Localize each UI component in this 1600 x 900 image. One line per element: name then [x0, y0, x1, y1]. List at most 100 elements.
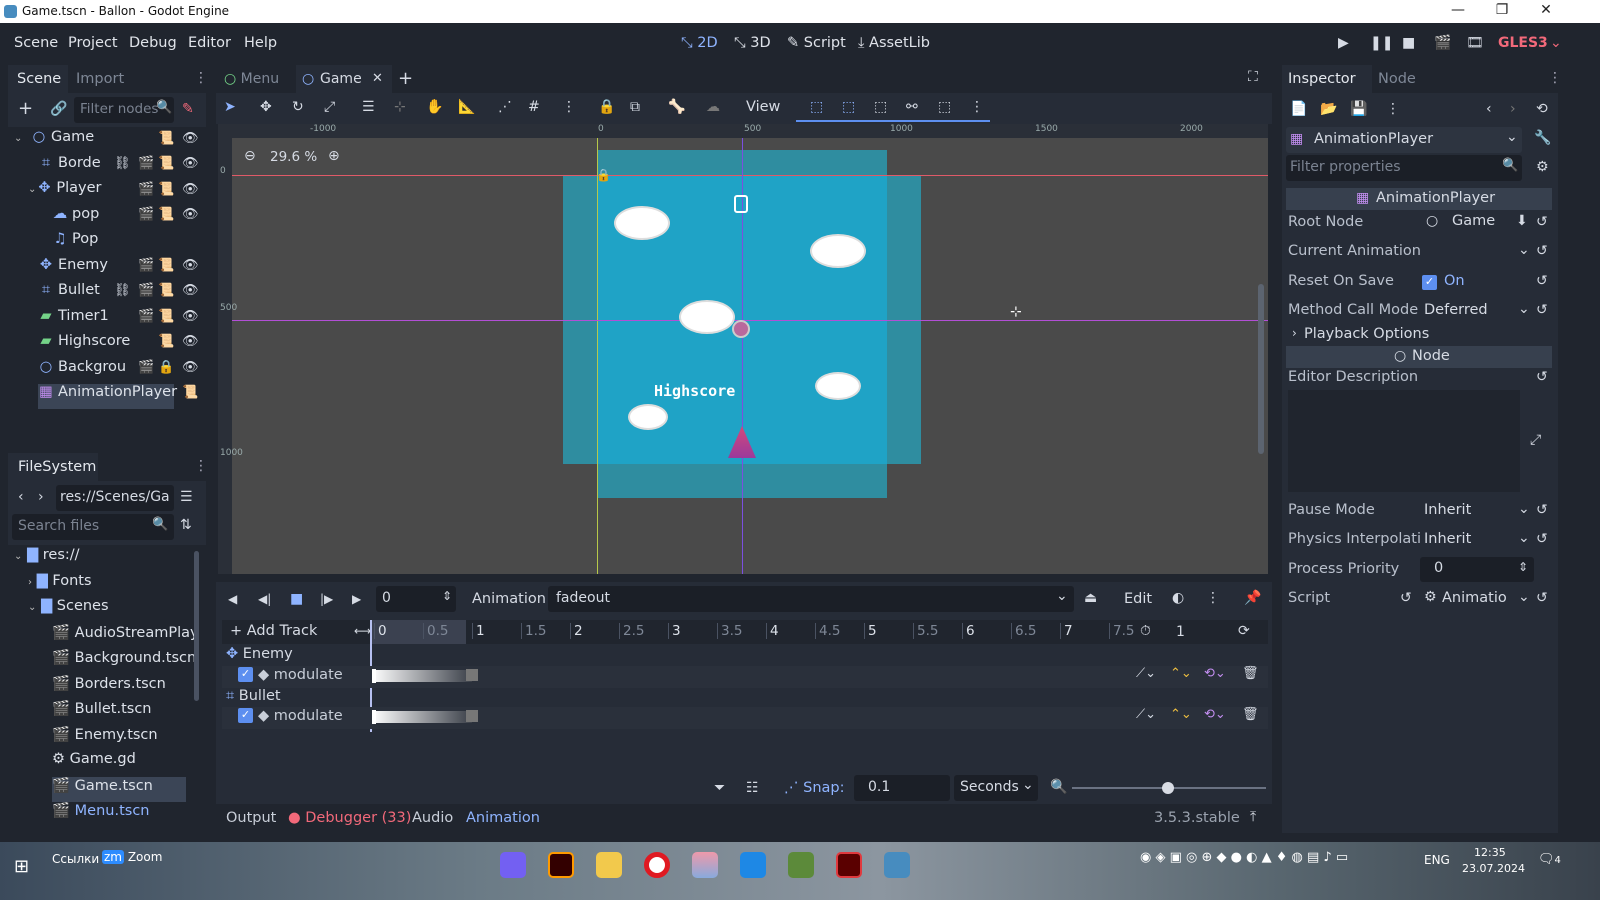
filesystem-scrollbar[interactable] — [194, 551, 199, 701]
file-item-background[interactable]: 🎬 Background.tscn — [52, 649, 196, 674]
script-icon[interactable]: 📜 — [158, 334, 174, 349]
revert-icon[interactable]: ↺ — [1536, 273, 1548, 289]
eye-icon[interactable]: 👁 — [182, 182, 199, 197]
balloon-player-sprite[interactable] — [732, 320, 750, 338]
play-backwards-icon[interactable]: ◀ — [228, 592, 237, 606]
illustrator-icon[interactable] — [548, 852, 574, 878]
renderer-chevron-icon[interactable]: ⌄ — [1550, 35, 1562, 51]
track-group-bullet[interactable]: ⌗ Bullet — [226, 688, 281, 704]
minecraft-icon[interactable] — [788, 852, 814, 878]
tab-game[interactable]: ○ Game ✕ — [296, 65, 392, 93]
group-tracks-icon[interactable]: ☷ — [746, 780, 759, 796]
play-icon[interactable]: ▶ — [352, 592, 361, 606]
revert-icon[interactable]: ↺ — [1536, 502, 1548, 518]
file-item-bullet[interactable]: 🎬 Bullet.tscn — [52, 700, 151, 725]
interpolation-icon[interactable]: ⟋⌄ — [1136, 707, 1156, 722]
track-row[interactable]: ✓ ◆ modulate ⟋⌄ ⌃⌄ ⟲⌄ 🗑 — [222, 707, 1268, 729]
grid-snap-icon[interactable]: # — [528, 99, 540, 115]
sort-icon[interactable]: ⇅ — [180, 517, 192, 533]
fullscreen-icon[interactable]: ⛶ — [1248, 69, 1258, 85]
script-icon[interactable]: 📜 — [158, 156, 174, 171]
file-explorer-icon[interactable] — [596, 852, 622, 878]
tab-inspector[interactable]: Inspector — [1288, 71, 1356, 87]
script-attach-icon[interactable]: ✎ — [182, 101, 194, 117]
menu-scene[interactable]: Scene — [14, 35, 58, 51]
history-icon[interactable]: ⟲ — [1536, 101, 1548, 117]
keyframe-start[interactable] — [372, 669, 376, 683]
scale-mode-icon[interactable]: ⤢ — [324, 99, 335, 115]
instance-icon[interactable]: 🎬 — [138, 258, 154, 273]
tab-node[interactable]: Node — [1378, 71, 1416, 87]
renderer-select[interactable]: GLES3 — [1498, 35, 1548, 51]
onion-skin-icon[interactable]: ◐ — [1172, 590, 1184, 606]
file-item-game-tscn[interactable]: 🎬 Game.tscn — [52, 777, 186, 802]
search-files-input[interactable]: Search files 🔍 — [12, 514, 174, 540]
clock-date[interactable]: 23.07.2024 — [1462, 862, 1525, 875]
snap-toggle[interactable]: ⋰ Snap: — [784, 780, 844, 796]
stop-icon[interactable]: ■ — [290, 591, 303, 607]
tab-menu[interactable]: ○ Menu — [224, 71, 279, 87]
eye-icon[interactable]: 👁 — [182, 258, 199, 273]
tree-node-bullet[interactable]: ⌗ Bullet — [38, 282, 100, 307]
view-menu[interactable]: View — [746, 99, 780, 115]
script-icon[interactable]: 📜 — [158, 283, 174, 298]
add-track-button[interactable]: + Add Track — [230, 623, 317, 639]
group-icon[interactable]: ⛓ — [114, 283, 131, 298]
tree-node-background[interactable]: ○ Backgrou — [38, 359, 126, 384]
split-view-icon[interactable]: ☰ — [180, 489, 193, 505]
file-item-borders[interactable]: 🎬 Borders.tscn — [52, 675, 166, 700]
group-icon[interactable]: ⛓ — [114, 156, 131, 171]
fit-width-icon[interactable]: ⟷ — [354, 624, 371, 638]
zoom-level[interactable]: 29.6 % — [270, 149, 317, 165]
file-item-scenes[interactable]: ⌄ ▇ Scenes — [28, 598, 109, 623]
notification-icon[interactable]: 🗨4 — [1538, 852, 1561, 867]
menu-help[interactable]: Help — [244, 35, 277, 51]
maximize-icon[interactable]: ❐ — [1482, 2, 1522, 18]
stop-icon[interactable]: ■ — [1402, 35, 1415, 51]
prop-method-call-mode-select[interactable]: Deferred ⌄ — [1420, 299, 1534, 323]
tab-output[interactable]: Output — [226, 810, 276, 826]
back-icon[interactable]: ‹ — [18, 489, 24, 505]
instance-icon[interactable]: 🎬 — [138, 156, 154, 171]
workspace-2d[interactable]: ⤡ 2D — [681, 35, 718, 51]
photos-icon[interactable] — [740, 852, 766, 878]
group-icon[interactable]: ⧉ — [630, 99, 640, 115]
edit-menu[interactable]: Edit — [1124, 591, 1152, 607]
tree-node-enemy[interactable]: ✥ Enemy — [38, 257, 108, 282]
new-resource-icon[interactable]: 📄 — [1290, 101, 1307, 117]
auto-key-icon[interactable]: ⚯ — [906, 99, 918, 115]
revert-icon[interactable]: ↺ — [1536, 369, 1548, 385]
prop-process-priority-field[interactable]: 0 ⇕ — [1420, 557, 1534, 582]
snap-field[interactable]: 0.1 — [854, 775, 950, 801]
script-icon[interactable]: 📜 — [158, 309, 174, 324]
more-icon[interactable]: ⋮ — [1386, 101, 1400, 117]
pin-icon[interactable]: 📌 — [1244, 590, 1261, 606]
insert-key-icon[interactable]: ⬚ — [938, 99, 951, 115]
eye-icon[interactable]: 👁 — [182, 334, 199, 349]
file-item-enemy[interactable]: 🎬 Enemy.tscn — [52, 726, 158, 751]
tree-node-pop-particles[interactable]: ☁ pop — [52, 206, 100, 231]
delete-track-icon[interactable]: 🗑 — [1242, 707, 1259, 722]
history-back-icon[interactable]: ‹ — [1486, 101, 1492, 117]
opera-icon[interactable] — [644, 852, 670, 878]
autoplay-icon[interactable]: ⏏ — [1084, 590, 1097, 606]
key-rotation-icon[interactable]: ⬚ — [842, 99, 855, 115]
instance-icon[interactable]: 🎬 — [138, 309, 154, 324]
revert-icon[interactable]: ↺ — [1536, 302, 1548, 318]
dock-menu-icon[interactable]: ⋮ — [194, 70, 208, 86]
tree-node-player[interactable]: ⌄ ✥ Player — [28, 180, 102, 205]
track-row[interactable]: ✓ ◆ modulate ⟋⌄ ⌃⌄ ⟲⌄ 🗑 — [222, 666, 1268, 688]
animation-menu[interactable]: Animation — [472, 591, 546, 607]
eye-icon[interactable]: 👁 — [182, 309, 199, 324]
update-mode-icon[interactable]: ⌃⌄ — [1170, 707, 1192, 722]
open-folder-icon[interactable]: 📂 — [1320, 101, 1337, 117]
object-tools-icon[interactable]: 🔧 — [1534, 130, 1551, 146]
playback-options-group[interactable]: › Playback Options — [1286, 324, 1552, 346]
onion-options-icon[interactable]: ⋮ — [1206, 590, 1220, 606]
close-icon[interactable]: ✕ — [1526, 2, 1566, 18]
play-custom-scene-icon[interactable]: 🎞 — [1466, 35, 1484, 51]
keyframe-end[interactable] — [466, 669, 478, 681]
lock-icon[interactable]: 🔒 — [158, 360, 174, 375]
zoom-in-icon[interactable]: ⊕ — [328, 148, 340, 164]
keyframe-start[interactable] — [372, 710, 376, 724]
